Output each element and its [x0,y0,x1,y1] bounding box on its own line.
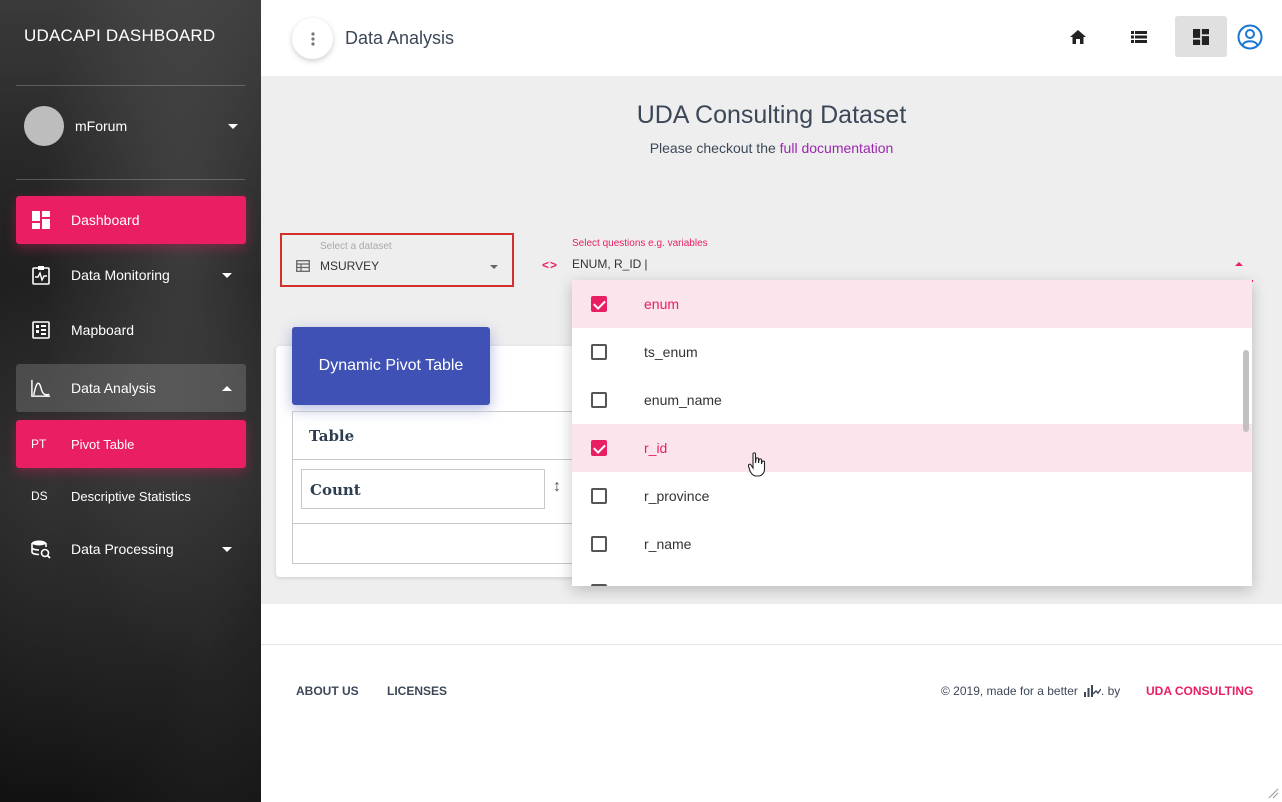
option-label: r_province [644,488,710,504]
sidebar-item-data-processing[interactable]: Data Processing [16,525,246,573]
dataset-select-label: Select a dataset [320,241,392,252]
checkbox[interactable] [591,536,607,552]
sidebar-item-label: Dashboard [71,212,140,228]
chevron-down-icon [222,272,232,278]
sidebar-item-pivot-table[interactable]: PT Pivot Table [16,420,246,468]
footer-divider [261,644,1282,645]
chevron-up-icon [222,385,232,391]
dashboard-icon [31,210,51,230]
analytics-logo-icon [1083,685,1101,697]
checkbox-checked[interactable] [591,296,607,312]
sidebar-item-dashboard[interactable]: Dashboard [16,196,246,244]
resize-handle-icon[interactable] [1267,787,1279,799]
option-label: enum_name [644,392,722,408]
dropdown-option[interactable]: r_province [572,472,1252,520]
licenses-link[interactable]: LICENSES [387,684,447,698]
more-menu-button[interactable] [292,18,333,59]
aggregator-row: Count ↕ [293,460,577,524]
sidebar-item-mapboard[interactable]: Mapboard [16,306,246,354]
chevron-down-icon [222,546,232,552]
dropdown-option[interactable]: enum [572,280,1252,328]
checkbox[interactable] [591,584,607,586]
dataset-title: UDA Consulting Dataset [636,101,907,129]
option-label: r_id [644,440,668,456]
company-link[interactable]: UDA CONSULTING [1146,684,1253,698]
renderer-row[interactable]: Table [293,412,577,460]
pivot-card-header: Dynamic Pivot Table [292,327,490,405]
option-label: ts_enum [644,344,698,360]
checkbox[interactable] [591,488,607,504]
analysis-icon [31,378,51,398]
documentation-link[interactable]: full documentation [780,140,894,156]
chevron-down-icon [490,265,498,269]
sidebar-item-data-analysis[interactable]: Data Analysis [16,364,246,412]
sidebar-item-label: Data Monitoring [71,267,170,283]
subtitle-text: Please checkout the [649,140,780,156]
dataset-select-value: MSURVEY [320,259,380,273]
pivot-table-ui: Table Count ↕ [292,411,577,564]
brand-title[interactable]: UDACAPI DASHBOARD [24,26,215,46]
copyright-suffix: . by [1100,684,1121,698]
sidebar-item-abbr: PT [31,437,47,451]
page-title: Data Analysis [345,28,455,48]
copyright-text: © 2019, made for a better [941,684,1078,698]
checkbox[interactable] [591,392,607,408]
sidebar-item-descriptive-statistics[interactable]: DS Descriptive Statistics [16,472,246,520]
processing-icon [31,539,51,559]
avatar [24,106,64,146]
home-button[interactable] [1052,16,1104,57]
divider [16,179,245,180]
dataset-subtitle: Please checkout the full documentation [261,140,1282,156]
dataset-select[interactable]: Select a dataset MSURVEY [280,233,514,287]
divider [16,85,245,86]
sort-order-icon[interactable]: ↕ [553,478,561,496]
account-icon [1237,24,1263,49]
renderer-select[interactable]: Table [309,427,354,445]
questions-dropdown: enum ts_enum enum_name r_id r_province r… [572,280,1252,586]
copyright: © 2019, made for a better . by [941,684,1120,698]
sidebar-item-label: Mapboard [71,322,135,338]
dropdown-option[interactable]: r_name [572,520,1252,568]
sidebar-item-label: Data Analysis [71,380,156,396]
monitoring-icon [31,265,51,285]
sidebar: UDACAPI DASHBOARD mForum Dashboard Data … [0,0,261,802]
sidebar-item-data-monitoring[interactable]: Data Monitoring [16,251,246,299]
dropdown-scrollbar[interactable] [1243,350,1249,432]
mapboard-icon [31,320,51,340]
checkbox-checked[interactable] [591,440,607,456]
dashboard-icon [1193,28,1209,45]
table-icon [296,259,310,277]
chevron-up-icon[interactable] [1235,262,1243,266]
option-label: r_name [644,536,692,552]
sidebar-item-label: Data Processing [71,541,174,557]
more-vert-icon [310,31,315,46]
home-icon [1070,29,1086,44]
sidebar-item-label: Descriptive Statistics [71,488,191,504]
sidebar-item-label: Pivot Table [71,436,135,452]
questions-select-input[interactable]: ENUM, R_ID | [572,257,647,271]
questions-select-value: ENUM, R_ID [572,257,642,271]
about-us-link[interactable]: ABOUT US [296,684,359,698]
chevron-down-icon [228,123,238,129]
hand-cursor-icon [748,452,766,477]
questions-select-label: Select questions e.g. variables [572,238,708,249]
dropdown-option-partial[interactable] [572,568,1252,586]
option-label: enum [644,296,680,312]
user-name: mForum [75,118,128,134]
dropdown-option[interactable]: ts_enum [572,328,1252,376]
list-button[interactable] [1113,16,1165,57]
account-button[interactable] [1225,16,1275,57]
dropdown-option[interactable]: enum_name [572,376,1252,424]
user-menu[interactable]: mForum [24,106,238,146]
code-icon: <> [542,258,559,272]
aggregator-select[interactable]: Count [301,469,545,509]
top-navbar: Data Analysis [261,0,1282,76]
sidebar-item-abbr: DS [31,489,48,503]
dashboard-view-button[interactable] [1175,16,1227,57]
list-icon [1131,30,1147,43]
dropdown-option[interactable]: r_id [572,424,1252,472]
checkbox[interactable] [591,344,607,360]
